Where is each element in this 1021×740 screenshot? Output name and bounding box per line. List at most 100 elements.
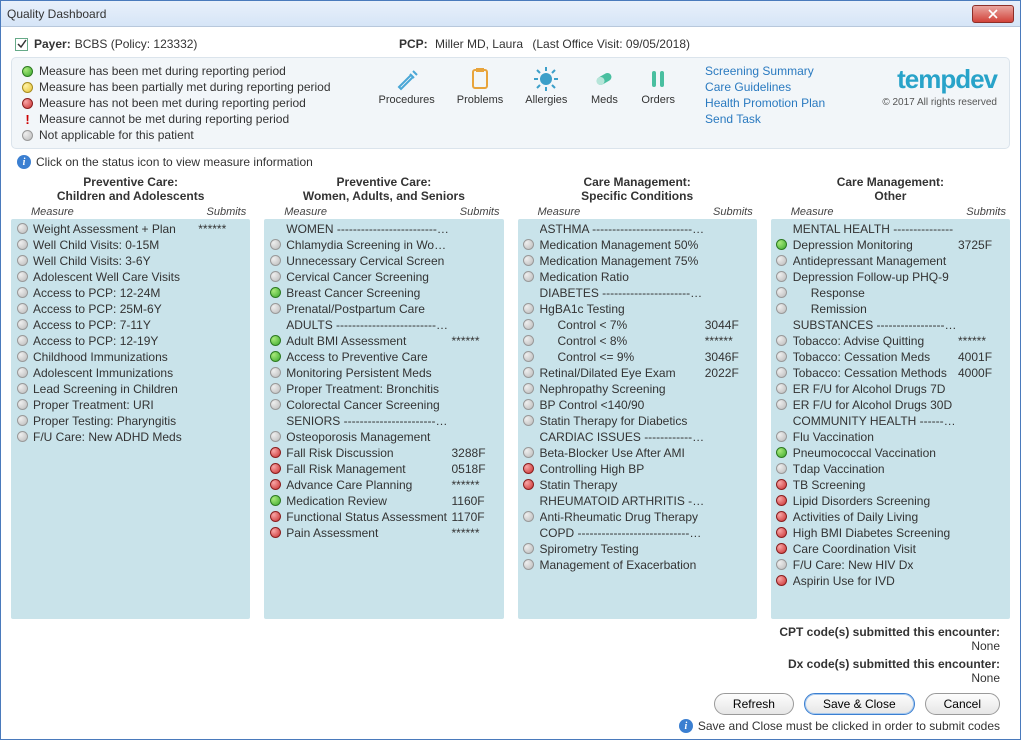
payer-checkbox[interactable] — [15, 38, 28, 51]
status-icon[interactable] — [775, 431, 789, 442]
status-icon[interactable] — [15, 303, 29, 314]
problems-button[interactable]: Problems — [457, 64, 503, 106]
status-icon[interactable] — [522, 367, 536, 378]
button-row: Refresh Save & Close Cancel — [11, 687, 1010, 717]
status-icon[interactable] — [15, 319, 29, 330]
status-icon[interactable] — [775, 351, 789, 362]
status-icon[interactable] — [775, 447, 789, 458]
link-care-guidelines[interactable]: Care Guidelines — [705, 80, 825, 94]
status-dot-green — [776, 239, 787, 250]
status-icon[interactable] — [268, 239, 282, 250]
status-icon[interactable] — [268, 255, 282, 266]
quality-dashboard-window: Quality Dashboard Payer: BCBS (Policy: 1… — [0, 0, 1021, 740]
submits-value: ****** — [452, 334, 500, 348]
status-icon[interactable] — [268, 303, 282, 314]
status-icon[interactable] — [268, 463, 282, 474]
status-dot-gray — [523, 559, 534, 570]
status-icon[interactable] — [522, 383, 536, 394]
status-icon[interactable] — [268, 399, 282, 410]
status-icon[interactable] — [775, 575, 789, 586]
status-icon[interactable] — [15, 223, 29, 234]
status-icon[interactable] — [15, 335, 29, 346]
status-icon[interactable] — [268, 479, 282, 490]
cancel-button[interactable]: Cancel — [925, 693, 1000, 715]
status-icon[interactable] — [522, 479, 536, 490]
status-icon[interactable] — [522, 447, 536, 458]
status-icon[interactable] — [15, 367, 29, 378]
status-dot-gray — [17, 319, 28, 330]
status-icon[interactable] — [522, 543, 536, 554]
status-icon[interactable] — [268, 495, 282, 506]
link-health-promotion-plan[interactable]: Health Promotion Plan — [705, 96, 825, 110]
status-icon[interactable] — [522, 239, 536, 250]
status-icon[interactable] — [522, 303, 536, 314]
status-icon[interactable] — [268, 431, 282, 442]
copyright: © 2017 All rights reserved — [882, 97, 997, 108]
status-icon[interactable] — [522, 351, 536, 362]
measure-label: Beta-Blocker Use After AMI — [540, 446, 705, 460]
status-icon[interactable] — [522, 271, 536, 282]
procedures-button[interactable]: Procedures — [379, 64, 435, 106]
status-icon[interactable] — [268, 447, 282, 458]
status-icon[interactable] — [268, 383, 282, 394]
status-icon[interactable] — [775, 239, 789, 250]
status-icon[interactable] — [775, 367, 789, 378]
orders-button[interactable]: Orders — [641, 64, 675, 106]
status-icon[interactable] — [775, 383, 789, 394]
meds-button[interactable]: Meds — [589, 64, 619, 106]
status-icon[interactable] — [775, 335, 789, 346]
link-screening-summary[interactable]: Screening Summary — [705, 64, 825, 78]
allergies-button[interactable]: Allergies — [525, 64, 567, 106]
measure-row: Unnecessary Cervical Screen — [268, 253, 499, 269]
status-icon[interactable] — [15, 415, 29, 426]
status-icon[interactable] — [775, 527, 789, 538]
status-icon[interactable] — [522, 255, 536, 266]
status-icon[interactable] — [268, 287, 282, 298]
status-icon[interactable] — [15, 399, 29, 410]
measure-row: Breast Cancer Screening — [268, 285, 499, 301]
measure-row: Proper Treatment: Bronchitis — [268, 381, 499, 397]
status-icon[interactable] — [15, 239, 29, 250]
status-icon[interactable] — [775, 559, 789, 570]
status-icon[interactable] — [775, 543, 789, 554]
status-icon[interactable] — [775, 287, 789, 298]
status-icon[interactable] — [775, 399, 789, 410]
save-close-button[interactable]: Save & Close — [804, 693, 915, 715]
status-dot-gray — [776, 463, 787, 474]
measure-row: Tobacco: Cessation Meds4001F — [775, 349, 1006, 365]
status-icon[interactable] — [15, 383, 29, 394]
status-icon[interactable] — [522, 463, 536, 474]
status-dot-red — [776, 543, 787, 554]
status-icon[interactable] — [522, 511, 536, 522]
status-icon[interactable] — [775, 303, 789, 314]
status-icon[interactable] — [15, 287, 29, 298]
status-icon[interactable] — [268, 367, 282, 378]
link-send-task[interactable]: Send Task — [705, 112, 825, 126]
status-icon[interactable] — [522, 559, 536, 570]
status-icon[interactable] — [268, 527, 282, 538]
status-icon[interactable] — [775, 479, 789, 490]
status-icon[interactable] — [268, 335, 282, 346]
status-icon[interactable] — [522, 399, 536, 410]
status-icon[interactable] — [522, 415, 536, 426]
status-dot-red — [270, 447, 281, 458]
close-button[interactable] — [972, 5, 1014, 23]
status-icon[interactable] — [15, 351, 29, 362]
status-icon[interactable] — [268, 271, 282, 282]
status-icon[interactable] — [15, 271, 29, 282]
status-icon[interactable] — [775, 271, 789, 282]
status-icon[interactable] — [15, 431, 29, 442]
measure-row: F/U Care: New ADHD Meds — [15, 429, 246, 445]
status-icon[interactable] — [268, 351, 282, 362]
status-dot-gray — [270, 399, 281, 410]
refresh-button[interactable]: Refresh — [714, 693, 794, 715]
status-icon[interactable] — [775, 255, 789, 266]
status-icon[interactable] — [268, 511, 282, 522]
status-dot-gray — [776, 303, 787, 314]
status-icon[interactable] — [522, 335, 536, 346]
status-icon[interactable] — [775, 463, 789, 474]
status-icon[interactable] — [775, 511, 789, 522]
status-icon[interactable] — [775, 495, 789, 506]
status-icon[interactable] — [522, 319, 536, 330]
status-icon[interactable] — [15, 255, 29, 266]
